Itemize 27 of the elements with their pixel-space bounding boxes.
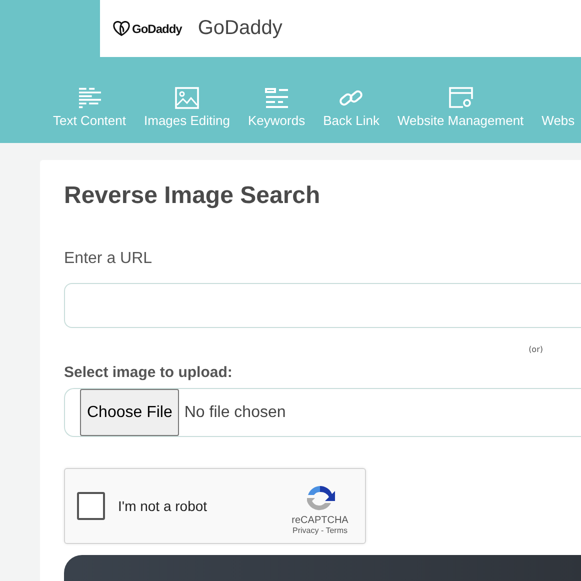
nav-item[interactable]: Webs: [542, 113, 575, 128]
browser-gear-icon: [448, 87, 473, 109]
choose-file-button[interactable]: Choose File: [80, 389, 180, 436]
url-input-field[interactable]: [64, 283, 581, 328]
nav-item[interactable]: Back Link: [323, 87, 380, 128]
file-upload-field[interactable]: Choose File No file chosen: [64, 388, 581, 437]
nav-item[interactable]: Keywords: [248, 87, 306, 128]
recaptcha-brand: reCAPTCHA: [292, 515, 348, 526]
upload-label: Select image to upload:: [64, 364, 234, 381]
url-label: Enter a URL: [64, 250, 154, 268]
list-icon: [264, 87, 289, 109]
privacy-link[interactable]: Privacy: [292, 526, 319, 535]
page-title: Reverse Image Search: [64, 182, 322, 210]
image-icon: [175, 87, 199, 109]
or-text: (or): [528, 345, 543, 356]
text-lines-icon: [78, 87, 102, 109]
separator-text: -: [320, 526, 324, 535]
file-status: No file chosen: [184, 404, 286, 422]
robot-checkbox[interactable]: [77, 492, 105, 520]
logo-wordmark: GoDaddy: [132, 22, 182, 36]
terms-link[interactable]: Terms: [326, 526, 348, 535]
site-name: GoDaddy: [198, 17, 282, 40]
nav-item[interactable]: Images Editing: [144, 87, 230, 128]
nav-item[interactable]: Website Management: [397, 87, 524, 128]
logo-icon: [113, 21, 130, 36]
nav-item[interactable]: Text Content: [53, 87, 126, 128]
captcha-label: I'm not a robot: [118, 498, 208, 514]
